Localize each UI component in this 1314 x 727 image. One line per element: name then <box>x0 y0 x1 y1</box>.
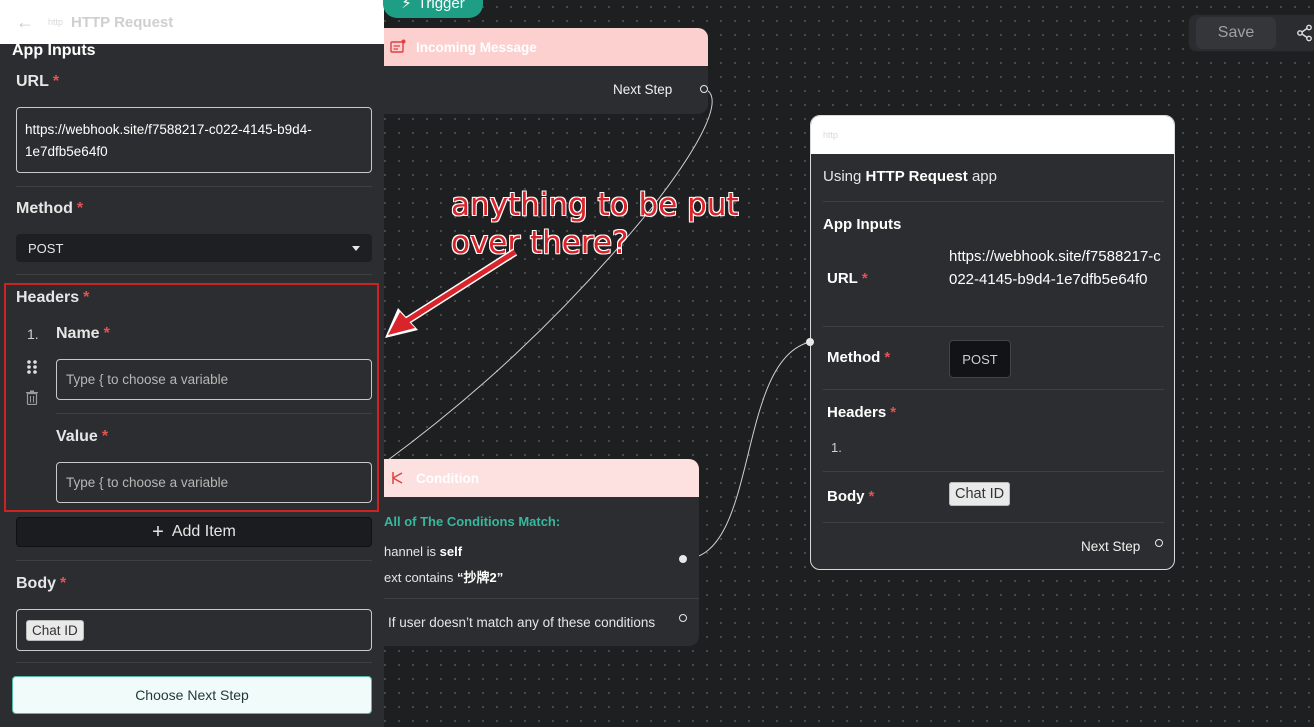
annotation-arrow <box>385 248 518 338</box>
